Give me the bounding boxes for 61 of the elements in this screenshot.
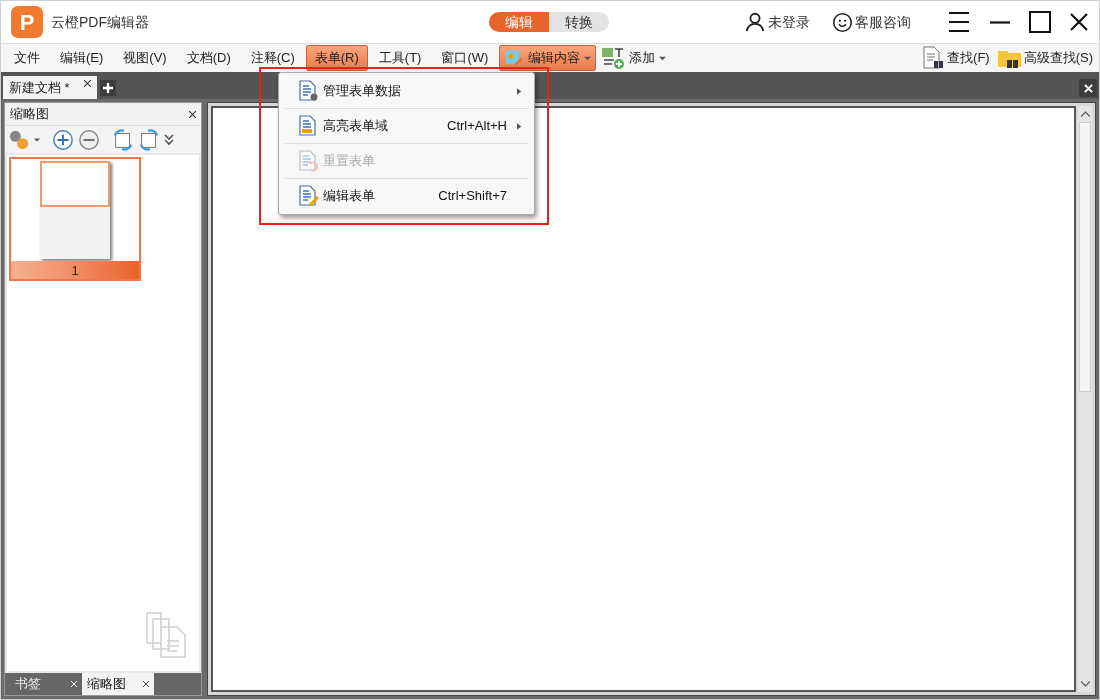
- panel-tab[interactable]: 缩略图: [82, 673, 154, 695]
- dropdown-arrow-icon: [584, 54, 592, 62]
- user-icon: [744, 11, 766, 33]
- submenu-arrow-icon: [517, 122, 522, 130]
- pages-icon: [145, 611, 189, 659]
- app-title: 云橙PDF编辑器: [51, 12, 149, 32]
- close-icon: [1083, 83, 1093, 93]
- close-icon: [189, 110, 196, 118]
- menu-item[interactable]: 工具(T): [369, 45, 431, 71]
- close-icon: [71, 681, 77, 687]
- menu-button[interactable]: [947, 10, 971, 34]
- app-logo: P: [11, 6, 43, 38]
- close-button[interactable]: [1069, 12, 1089, 32]
- plus-icon: [102, 83, 113, 93]
- close-icon: [143, 681, 149, 687]
- menu-icon: [947, 10, 971, 34]
- dropdown-menu-item[interactable]: 管理表单数据: [285, 74, 528, 108]
- form-document-icon: [297, 150, 319, 172]
- zoom-in-button[interactable]: [52, 128, 74, 151]
- toolbar-button[interactable]: 添加: [596, 45, 672, 71]
- dropdown-arrow-icon: [659, 54, 667, 62]
- search-tool-button[interactable]: 高级查找(S): [993, 45, 1095, 71]
- form-document-icon: [297, 80, 319, 102]
- scroll-down-icon: [1080, 680, 1090, 688]
- search-tool-button[interactable]: 查找(F): [919, 45, 992, 71]
- document-tab[interactable]: 新建文档 *: [3, 76, 97, 99]
- panel-title: 缩略图: [10, 105, 49, 124]
- maximize-button[interactable]: [1029, 11, 1051, 33]
- menu-item[interactable]: 编辑(E): [51, 45, 113, 71]
- double-chevron-icon: [164, 133, 174, 146]
- close-icon: [83, 80, 91, 87]
- scroll-up-icon: [1080, 110, 1090, 118]
- zoom-out-button[interactable]: [78, 128, 100, 151]
- smiley-icon: [832, 11, 853, 33]
- rotate-left-button[interactable]: [112, 128, 134, 151]
- menu-item[interactable]: 文件: [5, 45, 49, 71]
- menu-item[interactable]: 视图(V): [114, 45, 176, 71]
- page-thumbnail[interactable]: 1: [9, 157, 141, 281]
- submenu-arrow-icon: [517, 87, 522, 95]
- close-icon: [1069, 12, 1089, 32]
- new-tab-button[interactable]: [99, 80, 116, 96]
- vertical-scrollbar[interactable]: [1078, 106, 1092, 692]
- form-document-icon: [297, 185, 319, 207]
- minimize-icon: [989, 20, 1011, 24]
- close-all-button[interactable]: [1079, 79, 1097, 97]
- dropdown-menu-item[interactable]: 高亮表单域 Ctrl+Alt+H: [285, 109, 528, 143]
- mode-tab[interactable]: 转换: [549, 12, 609, 32]
- rotate-right-button[interactable]: [138, 128, 160, 151]
- menu-item[interactable]: 文档(D): [177, 45, 240, 71]
- form-document-icon: [297, 115, 319, 137]
- menu-item[interactable]: 表单(R): [305, 45, 368, 71]
- menu-item[interactable]: 注释(C): [241, 45, 304, 71]
- settings-button[interactable]: [8, 128, 40, 151]
- menu-item[interactable]: 窗口(W): [432, 45, 498, 71]
- panel-tab[interactable]: 书签: [10, 673, 82, 695]
- support-button[interactable]: 客服咨询: [832, 11, 911, 33]
- login-button[interactable]: 未登录: [744, 11, 810, 33]
- dropdown-menu-item[interactable]: 编辑表单 Ctrl+Shift+7: [285, 179, 528, 213]
- toolbar-button[interactable]: 编辑内容: [499, 45, 597, 71]
- palette-icon: [504, 48, 525, 68]
- dropdown-arrow-icon: [34, 136, 40, 143]
